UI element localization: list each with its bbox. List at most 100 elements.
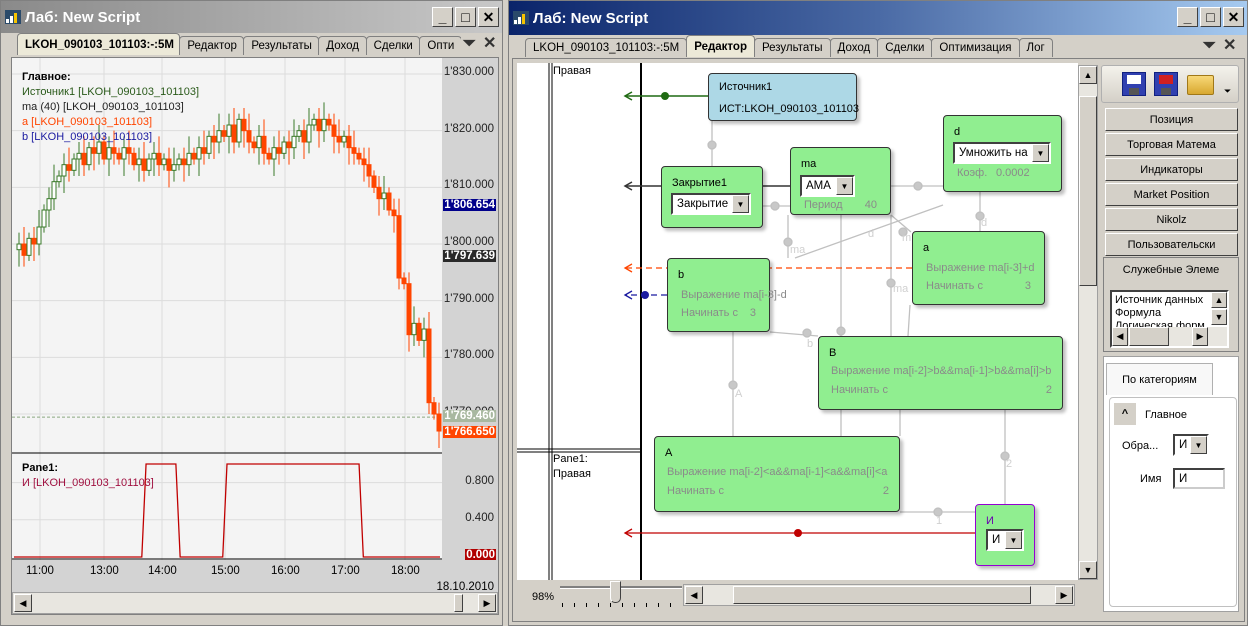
element-list-hscrollbar[interactable]: ◀ ▶: [1112, 327, 1227, 346]
close-tab-icon[interactable]: ✕: [1223, 35, 1236, 55]
maximize-button[interactable]: □: [1200, 7, 1221, 27]
scroll-thumb[interactable]: [454, 594, 463, 612]
param-value[interactable]: 2: [1046, 384, 1052, 396]
d-operation-select[interactable]: Умножить на ▼: [953, 142, 1051, 164]
price-label: 1'800.000: [443, 236, 494, 248]
list-item[interactable]: Формула: [1115, 307, 1205, 320]
param-value[interactable]: 2: [883, 485, 889, 497]
zoom-slider-track[interactable]: [560, 586, 682, 589]
node-ma[interactable]: ma AMA ▼ Период 40: [790, 147, 891, 215]
category-button[interactable]: Позиция: [1105, 108, 1238, 131]
node-and[interactable]: И И ▼: [975, 504, 1035, 566]
node-a[interactable]: a Выражение ma[i-3]+d Начинать с 3: [912, 231, 1045, 305]
tab-log[interactable]: Лог: [1018, 38, 1053, 57]
candle-body: [81, 152, 87, 166]
candle-body: [176, 158, 182, 166]
category-open-title[interactable]: Служебные Элеме: [1104, 264, 1238, 276]
tab-income[interactable]: Доход: [829, 38, 879, 57]
collapse-icon[interactable]: ^: [1114, 403, 1136, 425]
minimize-button[interactable]: _: [432, 7, 453, 27]
node-b[interactable]: b Выражение ma[i-3]-d Начинать с 3: [667, 258, 787, 332]
tab-editor[interactable]: Редактор: [179, 36, 245, 55]
ma-type-select[interactable]: AMA ▼: [800, 175, 855, 197]
node-A[interactable]: A Выражение ma[i-2]<a&&ma[i-1]<a&&ma[i]<…: [654, 436, 900, 512]
tab-results[interactable]: Результаты: [243, 36, 320, 55]
category-button[interactable]: Market Position: [1105, 183, 1238, 206]
scroll-right-button[interactable]: ▶: [1055, 586, 1073, 604]
scroll-right-button[interactable]: ▶: [478, 594, 496, 612]
tab-optimization[interactable]: Опти: [419, 36, 461, 55]
candle-body: [426, 328, 432, 404]
param-value[interactable]: 3: [1025, 280, 1031, 292]
chevron-down-icon[interactable]: ▼: [836, 177, 853, 195]
scroll-left-button[interactable]: ◀: [14, 594, 32, 612]
tab-results[interactable]: Результаты: [753, 38, 831, 57]
chevron-down-icon[interactable]: ▼: [1190, 436, 1207, 454]
scroll-up-button[interactable]: ▲: [1079, 66, 1097, 84]
type-select[interactable]: И ▼: [1173, 434, 1209, 456]
editor-hscrollbar[interactable]: ◀ ▶: [683, 584, 1075, 606]
close-button[interactable]: ✕: [478, 7, 499, 27]
chart-window-titlebar[interactable]: Лаб: New Script _ □ ✕: [1, 1, 502, 33]
tab-editor[interactable]: Редактор: [686, 35, 755, 57]
scroll-left-button[interactable]: ◀: [1112, 327, 1128, 346]
param-value[interactable]: 0.0002: [996, 167, 1030, 179]
name-input[interactable]: И: [1173, 468, 1225, 489]
chevron-down-icon[interactable]: ▼: [1032, 144, 1049, 162]
minimize-button[interactable]: _: [1177, 7, 1198, 27]
scroll-thumb[interactable]: [1079, 96, 1097, 286]
node-d[interactable]: d Умножить на ▼ Коэф. 0.0002: [943, 115, 1062, 192]
scroll-down-button[interactable]: ▼: [1079, 561, 1097, 579]
zoom-slider-thumb[interactable]: [609, 581, 621, 603]
candle-body: [16, 243, 22, 251]
close-select[interactable]: Закрытие ▼: [671, 193, 751, 215]
scroll-thumb[interactable]: [1129, 327, 1169, 346]
scroll-right-button[interactable]: ▶: [1192, 327, 1208, 346]
node-B[interactable]: B Выражение ma[i-2]>b&&ma[i-1]>b&&ma[i]>…: [818, 336, 1063, 410]
tab-list-icon[interactable]: ⏷: [1203, 37, 1216, 55]
param-value[interactable]: 3: [750, 307, 756, 319]
tab-list-icon[interactable]: ⏷: [463, 35, 476, 53]
save-as-icon[interactable]: [1154, 72, 1178, 96]
scroll-up-button[interactable]: ▲: [1211, 292, 1227, 308]
candle-body: [276, 147, 282, 154]
category-button[interactable]: Nikolz: [1105, 208, 1238, 231]
close-button[interactable]: ✕: [1223, 7, 1244, 27]
list-item[interactable]: Источник данных: [1115, 294, 1205, 307]
editor-vscrollbar[interactable]: ▲ ▼: [1078, 65, 1098, 580]
open-folder-icon[interactable]: [1187, 75, 1214, 95]
tab-deals[interactable]: Сделки: [365, 36, 421, 55]
editor-window-titlebar[interactable]: Лаб: New Script _ □ ✕: [509, 1, 1247, 35]
tab-by-category[interactable]: По категориям: [1106, 363, 1213, 395]
expression-label[interactable]: Выражение ma[i-2]<a&&ma[i-1]<a&&ma[i]<a: [667, 466, 887, 478]
maximize-button[interactable]: □: [455, 7, 476, 27]
close-tab-icon[interactable]: ✕: [483, 33, 496, 53]
scroll-thumb[interactable]: [733, 586, 1031, 604]
tab-optimization[interactable]: Оптимизация: [931, 38, 1020, 57]
expression-label[interactable]: Выражение ma[i-3]-d: [681, 289, 787, 301]
element-list[interactable]: Источник данных Формула Логическая форм …: [1110, 290, 1229, 348]
param-value[interactable]: 40: [865, 199, 877, 211]
chart-hscrollbar[interactable]: ◀ ▶: [12, 592, 498, 614]
price-label: 1'830.000: [443, 66, 494, 78]
category-button[interactable]: Пользовательски: [1105, 233, 1238, 256]
save-icon[interactable]: [1122, 72, 1146, 96]
tab-income[interactable]: Доход: [318, 36, 367, 55]
scroll-left-button[interactable]: ◀: [685, 586, 703, 604]
expression-label[interactable]: Выражение ma[i-3]+d: [926, 262, 1035, 274]
expression-label[interactable]: Выражение ma[i-2]>b&&ma[i-1]>b&&ma[i]>b: [831, 365, 1051, 377]
toolbar-overflow-icon[interactable]: ⏷: [1224, 86, 1231, 97]
tab-chart[interactable]: LKOH_090103_101103:-:5M: [525, 38, 688, 57]
and-select[interactable]: И ▼: [986, 529, 1024, 551]
node-close[interactable]: Закрытие1 Закрытие ▼: [661, 166, 763, 228]
scroll-down-button[interactable]: ▼: [1211, 309, 1227, 325]
edge-label: d: [981, 217, 987, 229]
node-source[interactable]: Источник1 ИСТ:LKOH_090103_101103: [708, 73, 859, 121]
chevron-down-icon[interactable]: ▼: [732, 195, 749, 213]
chevron-down-icon[interactable]: ▼: [1005, 531, 1022, 549]
category-button[interactable]: Торговая Матема: [1105, 133, 1238, 156]
candle-body: [406, 283, 412, 336]
category-button[interactable]: Индикаторы: [1105, 158, 1238, 181]
tab-deals[interactable]: Сделки: [877, 38, 933, 57]
tab-chart[interactable]: LKOH_090103_101103:-:5M: [17, 33, 181, 55]
